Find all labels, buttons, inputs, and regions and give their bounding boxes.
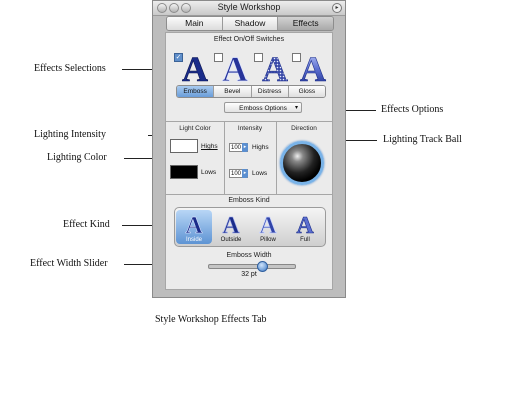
window-title: Style Workshop [217, 2, 281, 12]
bevel-glyph-text: A [222, 49, 248, 84]
tab-effects[interactable]: Effects [278, 17, 333, 30]
light-color-header: Light Color [179, 125, 211, 132]
intensity-lows-stepper[interactable]: 100 ▸ [229, 169, 248, 178]
kind-outside[interactable]: A Outside [213, 210, 249, 244]
full-glyph-icon: A [296, 213, 315, 235]
kind-inside[interactable]: A Inside [176, 210, 212, 244]
kind-full[interactable]: A Full [287, 210, 323, 244]
kind-inside-label: Inside [185, 237, 202, 243]
emboss-preview-glyph: A [182, 49, 209, 84]
figure-caption: Style Workshop Effects Tab [155, 314, 267, 325]
svg-text:A: A [222, 213, 240, 235]
highs-color-swatch[interactable] [170, 139, 198, 153]
callout-effect-width-slider: Effect Width Slider [30, 258, 108, 269]
outside-glyph-icon: A [222, 213, 241, 235]
callout-lighting-intensity: Lighting Intensity [34, 129, 106, 140]
svg-text:A: A [296, 213, 314, 235]
gloss-preview-glyph: A [300, 49, 327, 84]
effects-options-label: Emboss Options [239, 105, 287, 112]
effects-panel: Effect On/Off Switches ✓ A A A A Emboss … [165, 32, 333, 290]
intensity-highs-stepper[interactable]: 100 ▸ [229, 143, 248, 152]
kind-pillow[interactable]: A Pillow [250, 210, 286, 244]
divider [224, 122, 225, 194]
direction-header: Direction [291, 125, 317, 132]
intensity-highs-label: Highs [252, 144, 269, 151]
tab-main[interactable]: Main [167, 17, 223, 30]
lows-color-label: Lows [201, 169, 217, 176]
kind-pillow-label: Pillow [260, 237, 276, 243]
popup-arrow-icon: ▾ [294, 105, 298, 111]
intensity-lows-value: 100 [231, 171, 242, 177]
bevel-preview-glyph: A [222, 49, 249, 84]
segment-gloss[interactable]: Gloss [288, 86, 325, 97]
tab-bar: Main Shadow Effects [166, 16, 334, 31]
callout-lighting-track-ball: Lighting Track Ball [383, 134, 462, 145]
emboss-width-header: Emboss Width [226, 252, 272, 259]
callout-effects-selections: Effects Selections [34, 63, 106, 74]
callout-effects-options: Effects Options [381, 104, 444, 115]
segment-distress[interactable]: Distress [251, 86, 289, 97]
distress-glyph-text: A [262, 49, 288, 84]
intensity-lows-label: Lows [252, 170, 268, 177]
segment-emboss[interactable]: Emboss [177, 86, 215, 97]
inside-glyph-icon: A [185, 213, 204, 235]
style-workshop-window: Style Workshop ▸ Main Shadow Effects Eff… [152, 0, 346, 298]
emboss-width-value: 32 pt [241, 271, 257, 278]
segment-bevel[interactable]: Bevel [214, 86, 252, 97]
divider [276, 122, 277, 194]
callout-effect-kind: Effect Kind [63, 219, 110, 230]
emboss-kind-selector: A Inside A Outside A Pillow A Full [174, 207, 326, 247]
kind-outside-label: Outside [220, 237, 242, 243]
gloss-glyph-text: A [300, 49, 326, 84]
emboss-width-slider[interactable] [208, 261, 296, 272]
pillow-glyph-icon: A [259, 213, 278, 235]
effect-segmented-control: Emboss Bevel Distress Gloss [176, 85, 326, 98]
lows-color-swatch[interactable] [170, 165, 198, 179]
highs-color-label: Highs [201, 143, 218, 150]
distress-preview-glyph: A [262, 49, 289, 84]
tab-shadow[interactable]: Shadow [222, 17, 279, 30]
kind-full-label: Full [300, 237, 310, 243]
emboss-glyph-text: A [182, 49, 208, 84]
lighting-track-ball[interactable] [280, 141, 324, 185]
intensity-header: Intensity [237, 125, 263, 132]
effects-options-popup[interactable]: Emboss Options ▾ [224, 102, 302, 113]
callout-lighting-color: Lighting Color [47, 152, 107, 163]
intensity-highs-value: 100 [231, 145, 242, 151]
svg-text:A: A [259, 213, 277, 235]
title-bar[interactable]: Style Workshop ▸ [153, 1, 345, 16]
stepper-arrow-icon[interactable]: ▸ [242, 143, 248, 152]
stepper-arrow-icon[interactable]: ▸ [242, 169, 248, 178]
zoom-icon[interactable]: ▸ [332, 3, 342, 13]
svg-text:A: A [185, 213, 203, 235]
switches-header: Effect On/Off Switches [213, 36, 285, 43]
lighting-grid: Light Color Intensity Direction Highs Lo… [166, 121, 332, 195]
emboss-kind-header: Emboss Kind [228, 197, 270, 204]
